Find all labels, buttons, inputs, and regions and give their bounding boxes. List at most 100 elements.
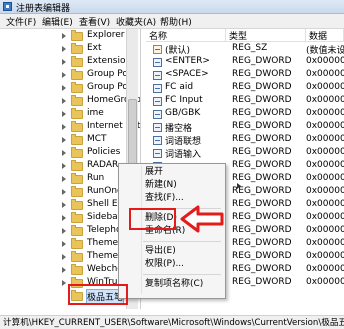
expand-arrow-icon[interactable] bbox=[62, 267, 67, 274]
value-type: REG_DWORD bbox=[232, 147, 292, 157]
expand-arrow-icon[interactable] bbox=[62, 163, 67, 170]
menu-separator bbox=[143, 274, 221, 275]
tree-item-label: Run bbox=[87, 173, 105, 183]
value-row[interactable]: FC Input REG_DWORD 0x000000 bbox=[146, 95, 344, 108]
value-row[interactable]: 词语输入 REG_DWORD 0x000000 bbox=[146, 147, 344, 160]
value-data: 0x000000 bbox=[306, 251, 344, 261]
value-type: REG_DWORD bbox=[232, 251, 292, 261]
folder-icon bbox=[71, 212, 83, 223]
tree-item-label: MCT bbox=[87, 134, 107, 144]
folder-icon bbox=[71, 160, 83, 171]
value-type: REG_DWORD bbox=[232, 173, 292, 183]
value-data: 0x000000 bbox=[306, 173, 344, 183]
value-type: REG_DWORD bbox=[232, 160, 292, 170]
header-divider bbox=[146, 41, 344, 42]
value-name: 词语联想 bbox=[165, 137, 202, 147]
folder-icon bbox=[71, 199, 83, 210]
menu-edit[interactable]: 编辑(E) bbox=[40, 15, 75, 28]
expand-arrow-icon[interactable] bbox=[62, 150, 67, 157]
column-header-data[interactable]: 数据 bbox=[306, 29, 344, 42]
value-data: 0x000000 bbox=[306, 56, 344, 66]
value-data: 0x000000 bbox=[306, 212, 344, 222]
expand-arrow-icon[interactable] bbox=[62, 176, 67, 183]
ctx-find[interactable]: 查找(F)... bbox=[141, 192, 221, 205]
dword-value-icon bbox=[153, 84, 162, 93]
folder-icon bbox=[71, 95, 83, 106]
value-data: 0x000000 bbox=[306, 95, 344, 105]
ctx-copy-key-name[interactable]: 复制项名称(C) bbox=[141, 278, 221, 291]
value-row[interactable]: 播空格 REG_DWORD 0x000000 bbox=[146, 121, 344, 134]
folder-icon bbox=[71, 186, 83, 197]
menu-bar: 文件(F) 编辑(E) 查看(V) 收藏夹(A) 帮助(H) bbox=[0, 14, 344, 29]
value-type: REG_DWORD bbox=[232, 238, 292, 248]
folder-icon bbox=[71, 82, 83, 93]
menu-view[interactable]: 查看(V) bbox=[77, 15, 112, 28]
value-type: REG_DWORD bbox=[232, 108, 292, 118]
value-row[interactable]: <ENTER> REG_DWORD 0x000000 bbox=[146, 56, 344, 69]
expand-arrow-icon[interactable] bbox=[62, 98, 67, 105]
ctx-expand[interactable]: 展开 bbox=[141, 166, 221, 179]
value-data: 0x000000 bbox=[306, 186, 344, 196]
value-row[interactable]: (默认) REG_SZ (数值未设 bbox=[146, 43, 344, 56]
folder-icon bbox=[71, 108, 83, 119]
value-name: 播空格 bbox=[165, 124, 193, 134]
value-type: REG_DWORD bbox=[232, 264, 292, 274]
expand-arrow-icon[interactable] bbox=[62, 189, 67, 196]
dword-value-icon bbox=[153, 58, 162, 67]
folder-icon bbox=[71, 173, 83, 184]
value-type: REG_DWORD bbox=[232, 121, 292, 131]
ctx-new[interactable]: 新建(N) bbox=[141, 179, 241, 192]
value-type: REG_DWORD bbox=[232, 95, 292, 105]
value-type: REG_DWORD bbox=[232, 212, 292, 222]
value-data: 0x000000 bbox=[306, 160, 344, 170]
dword-value-icon bbox=[153, 123, 162, 132]
folder-icon bbox=[71, 121, 83, 132]
expand-arrow-icon[interactable] bbox=[62, 202, 67, 209]
menu-help[interactable]: 帮助(H) bbox=[158, 15, 194, 28]
expand-arrow-icon[interactable] bbox=[62, 280, 67, 287]
value-row[interactable]: FC aid REG_DWORD 0x000000 bbox=[146, 82, 344, 95]
expand-arrow-icon[interactable] bbox=[62, 241, 67, 248]
value-type: REG_DWORD bbox=[232, 69, 292, 79]
column-header-type[interactable]: 类型 bbox=[226, 29, 306, 42]
value-data: 0x000000 bbox=[306, 277, 344, 287]
expand-arrow-icon[interactable] bbox=[62, 228, 67, 235]
folder-icon bbox=[71, 225, 83, 236]
expand-arrow-icon[interactable] bbox=[62, 137, 67, 144]
tree-item-label: RADAR bbox=[87, 160, 119, 170]
value-row[interactable]: <SPACE> REG_DWORD 0x000000 bbox=[146, 69, 344, 82]
value-row[interactable]: 词语联想 REG_DWORD 0x000000 bbox=[146, 134, 344, 147]
value-name: FC Input bbox=[165, 95, 203, 105]
folder-icon bbox=[71, 264, 83, 275]
expand-arrow-icon[interactable] bbox=[62, 72, 67, 79]
tree-item-label: Sidebar bbox=[87, 212, 122, 222]
expand-arrow-icon[interactable] bbox=[62, 85, 67, 92]
expand-arrow-icon[interactable] bbox=[62, 215, 67, 222]
value-type: REG_DWORD bbox=[232, 134, 292, 144]
expand-arrow-icon[interactable] bbox=[62, 111, 67, 118]
value-name: <ENTER> bbox=[165, 56, 210, 66]
value-data: 0x000000 bbox=[306, 199, 344, 209]
value-data: 0x000000 bbox=[306, 108, 344, 118]
ctx-permissions[interactable]: 权限(P)... bbox=[141, 258, 221, 271]
column-header-name[interactable]: 名称 bbox=[146, 29, 226, 42]
menu-file[interactable]: 文件(F) bbox=[4, 15, 38, 28]
folder-icon bbox=[71, 30, 83, 41]
expand-arrow-icon[interactable] bbox=[62, 59, 67, 66]
tree-scroll-thumb[interactable] bbox=[128, 99, 137, 169]
tree-item-label: Explorer bbox=[87, 30, 125, 40]
dword-value-icon bbox=[153, 97, 162, 106]
value-type: REG_DWORD bbox=[232, 225, 292, 235]
folder-icon bbox=[71, 134, 83, 145]
ctx-export[interactable]: 导出(E) bbox=[141, 245, 221, 258]
expand-arrow-icon[interactable] bbox=[62, 46, 67, 53]
menu-favorites[interactable]: 收藏夹(A) bbox=[114, 15, 158, 28]
dword-value-icon bbox=[153, 136, 162, 145]
expand-arrow-icon[interactable] bbox=[62, 33, 67, 40]
expand-arrow-icon[interactable] bbox=[62, 254, 67, 261]
value-row[interactable]: GB/GBK REG_DWORD 0x000000 bbox=[146, 108, 344, 121]
pointing-arrow-icon bbox=[180, 205, 224, 233]
expand-arrow-icon[interactable] bbox=[62, 124, 67, 131]
value-type: REG_DWORD bbox=[232, 277, 292, 287]
value-data: 0x000000 bbox=[306, 264, 344, 274]
